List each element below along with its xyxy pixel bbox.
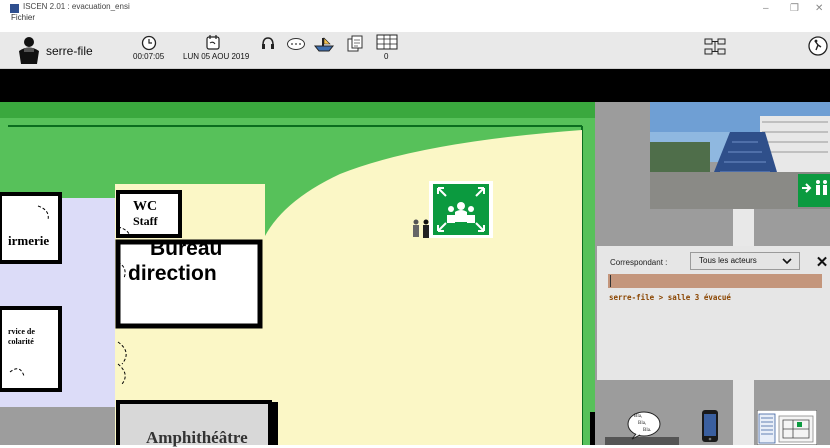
black-band bbox=[0, 69, 830, 102]
wall bbox=[270, 402, 278, 445]
lawn-top-strip bbox=[0, 102, 595, 118]
floor-plan-thumbnail-icon[interactable] bbox=[757, 410, 817, 445]
corridor-lower bbox=[0, 407, 115, 445]
close-chat-button[interactable]: ✕ bbox=[814, 255, 830, 271]
speech-bubble-text-3: Bla. bbox=[643, 428, 652, 433]
window-title: ISCEN 2.01 : evacuation_ensi bbox=[23, 2, 130, 11]
chevron-down-icon bbox=[782, 258, 792, 265]
chat-message: serre-file > salle 3 évacué bbox=[609, 293, 731, 302]
correspondant-select-value: Tous les acteurs bbox=[699, 256, 757, 265]
speech-icon[interactable] bbox=[286, 37, 306, 52]
room-infirmerie bbox=[0, 192, 62, 264]
wall bbox=[590, 412, 595, 445]
speech-bubble-text-1: Bla, bbox=[634, 414, 643, 419]
maximize-button[interactable]: ❐ bbox=[790, 3, 799, 14]
headset-icon[interactable] bbox=[260, 36, 276, 52]
room-label-scolarite: colarité bbox=[8, 337, 34, 346]
menu-fichier[interactable]: Fichier bbox=[11, 13, 35, 22]
actor-role: serre-file bbox=[46, 44, 93, 58]
counter-readout: 0 bbox=[384, 52, 389, 61]
boat-icon[interactable] bbox=[313, 36, 335, 52]
room-label-staff: Staff bbox=[133, 214, 158, 228]
room-label-service: rvice de bbox=[8, 327, 35, 336]
app-icon bbox=[10, 4, 19, 13]
exit-icon[interactable] bbox=[808, 36, 828, 56]
message-input[interactable] bbox=[608, 274, 822, 288]
documents-icon[interactable] bbox=[346, 35, 364, 52]
room-scolarite bbox=[0, 306, 62, 392]
minimize-button[interactable]: – bbox=[763, 3, 769, 14]
correspondant-select[interactable]: Tous les acteurs bbox=[690, 252, 800, 270]
room-label-infirmerie: irmerie bbox=[8, 233, 50, 248]
correspondant-label: Correspondant : bbox=[610, 258, 668, 267]
calendar-grid-icon[interactable] bbox=[376, 34, 398, 50]
close-window-button[interactable]: ✕ bbox=[815, 3, 823, 14]
date-readout: LUN 05 AOU 2019 bbox=[183, 52, 250, 61]
room-label-amphitheatre: Amphithéâtre bbox=[146, 428, 248, 447]
person-icon[interactable] bbox=[16, 35, 42, 65]
clock-readout: 00:07:05 bbox=[133, 52, 165, 61]
network-icon[interactable] bbox=[704, 38, 726, 55]
room-label-direction: direction bbox=[128, 262, 217, 285]
phone-icon[interactable] bbox=[700, 409, 720, 443]
calendar-icon bbox=[206, 35, 220, 50]
room-label-bureau: Bureau bbox=[150, 237, 223, 260]
text-cursor bbox=[610, 275, 611, 287]
building-photo bbox=[650, 102, 830, 209]
room-label-wc: WC bbox=[133, 199, 158, 214]
speech-bubble-text-2: Bla, bbox=[638, 421, 647, 426]
clock-icon bbox=[141, 35, 157, 51]
floor-plan-map[interactable] bbox=[0, 102, 595, 445]
